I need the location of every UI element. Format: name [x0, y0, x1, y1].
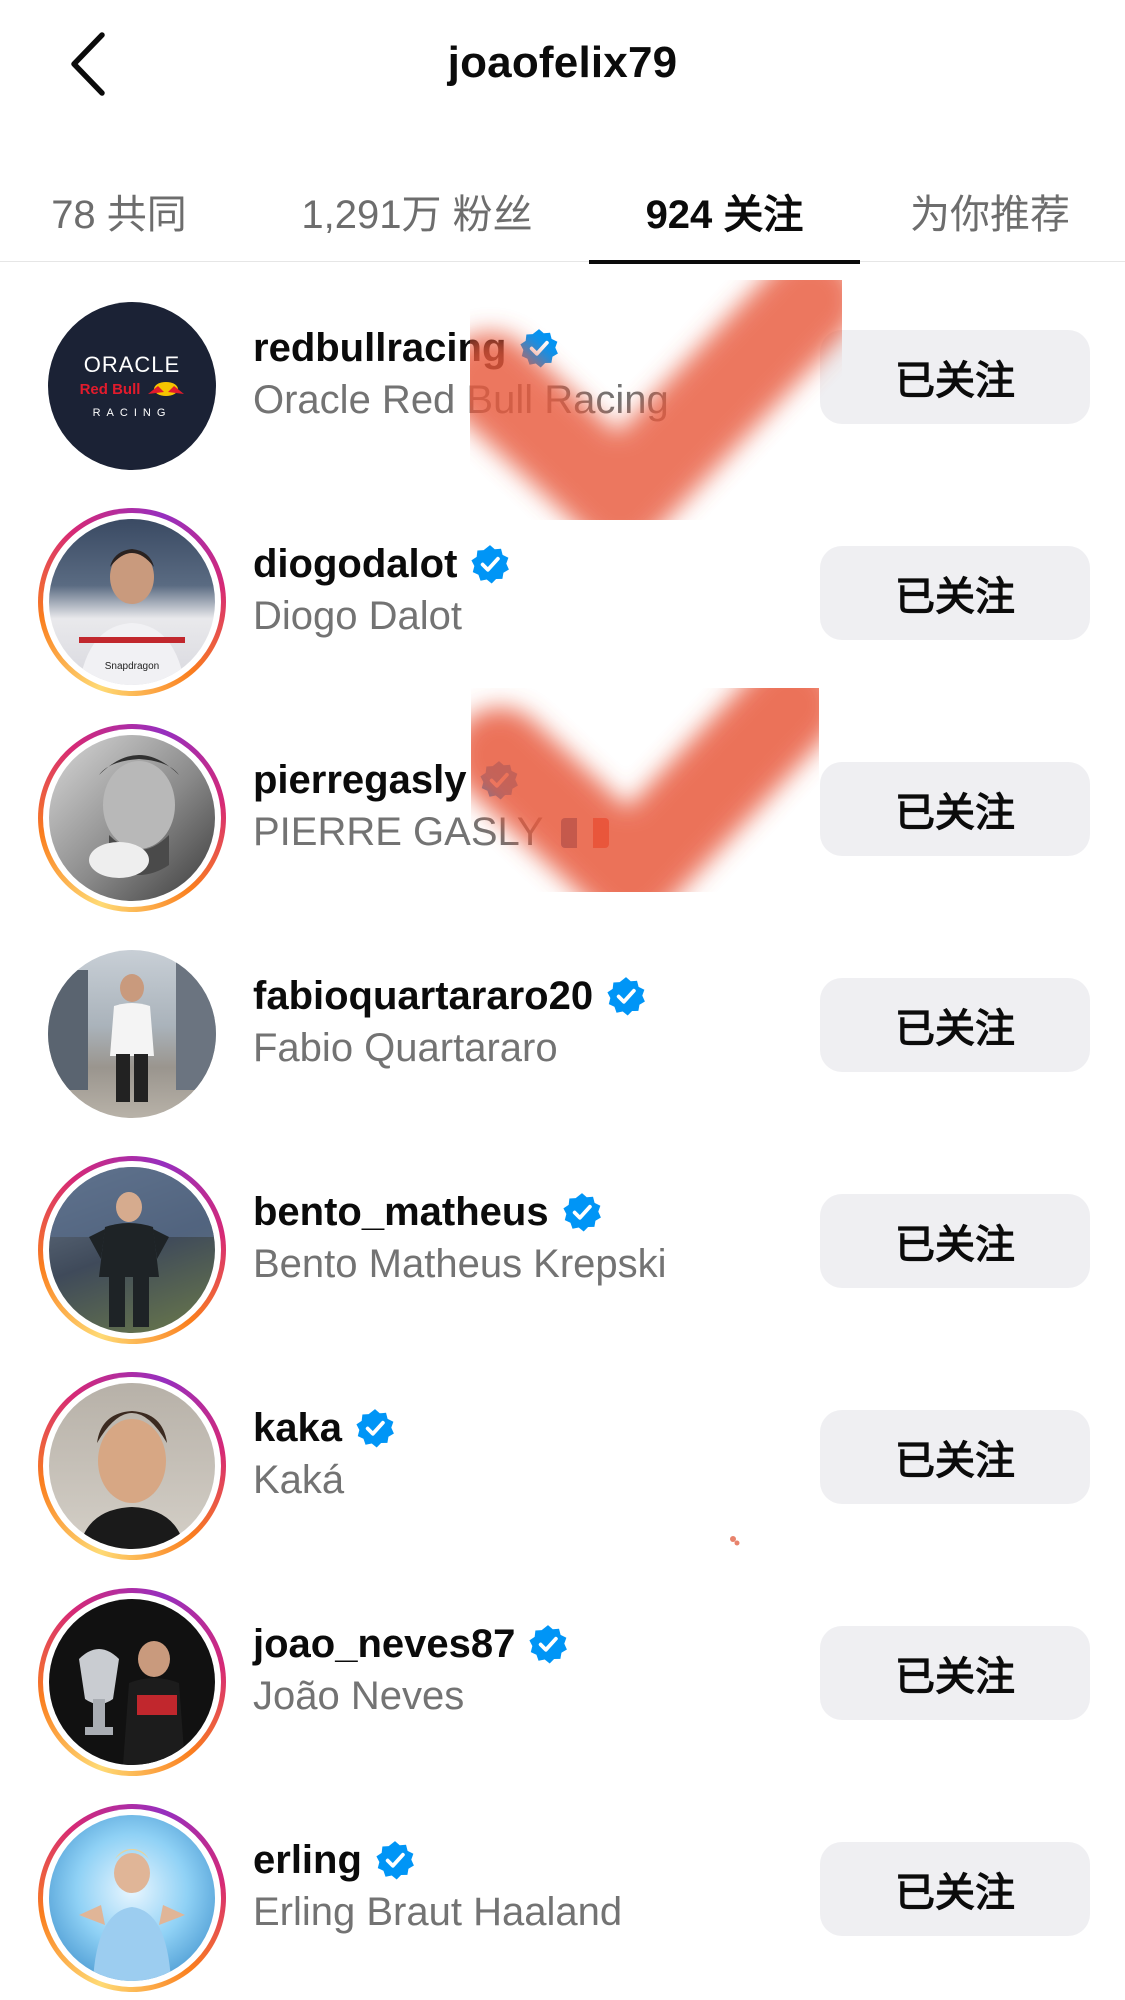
full-name: João Neves: [253, 1674, 465, 1718]
page-title: joaofelix79: [447, 38, 678, 87]
following-button[interactable]: 已关注: [820, 1194, 1090, 1288]
username[interactable]: diogodalot: [253, 542, 457, 587]
list-item[interactable]: pierregasly PIERRE GASLY 已关注: [0, 724, 1125, 940]
list-item[interactable]: fabioquartararo20 Fabio Quartararo 已关注: [0, 940, 1125, 1156]
verified-badge-icon: [607, 977, 646, 1016]
username[interactable]: erling: [253, 1838, 362, 1883]
list-item[interactable]: bento_matheus Bento Matheus Krepski 已关注: [0, 1156, 1125, 1372]
account-info: pierregasly PIERRE GASLY: [253, 754, 610, 855]
tab-following-label: 924 关注: [645, 193, 804, 237]
verified-badge-icon: [529, 1625, 568, 1664]
username[interactable]: kaka: [253, 1406, 342, 1451]
avatar-oracle-text: ORACLE: [84, 352, 180, 377]
avatar[interactable]: [38, 940, 226, 1128]
full-name: Erling Braut Haaland: [253, 1890, 623, 1934]
verified-badge-icon: [520, 329, 559, 368]
account-info: kaka Kaká: [253, 1402, 396, 1503]
pierregasly-photo: [49, 735, 215, 901]
avatar[interactable]: [38, 1804, 226, 1992]
bento-matheus-photo: [49, 1167, 215, 1333]
full-name: Diogo Dalot: [253, 594, 463, 638]
following-button[interactable]: 已关注: [820, 1842, 1090, 1936]
account-info: diogodalot Diogo Dalot: [253, 538, 511, 639]
username[interactable]: joao_neves87: [253, 1622, 515, 1667]
avatar[interactable]: [38, 1156, 226, 1344]
account-info: joao_neves87 João Neves: [253, 1618, 569, 1719]
verified-badge-icon: [356, 1409, 394, 1448]
full-name: PIERRE GASLY: [253, 810, 610, 855]
stray-mark: [730, 1536, 740, 1546]
diogodalot-photo: Snapdragon: [49, 519, 215, 685]
full-name: Bento Matheus Krepski: [253, 1242, 667, 1286]
list-item[interactable]: kaka Kaká 已关注: [0, 1372, 1125, 1588]
following-button[interactable]: 已关注: [820, 546, 1090, 640]
tab-suggested[interactable]: 为你推荐: [890, 160, 1090, 262]
following-button[interactable]: 已关注: [820, 1626, 1090, 1720]
avatar[interactable]: [38, 1588, 226, 1776]
following-button[interactable]: 已关注: [820, 762, 1090, 856]
erling-photo: [49, 1815, 215, 1981]
username[interactable]: bento_matheus: [253, 1190, 549, 1235]
avatar[interactable]: [38, 1372, 226, 1560]
avatar[interactable]: ORACLE Red Bull RACING: [38, 292, 226, 480]
list-item[interactable]: joao_neves87 João Neves 已关注: [0, 1588, 1125, 1804]
list-item[interactable]: erling Erling Braut Haaland 已关注: [0, 1804, 1125, 2000]
verified-badge-icon: [471, 545, 510, 584]
avatar[interactable]: [38, 724, 226, 912]
following-button[interactable]: 已关注: [820, 330, 1090, 424]
fabioquartararo-photo: [48, 950, 216, 1118]
account-info: redbullracing Oracle Red Bull Racing: [253, 322, 669, 423]
account-info: erling Erling Braut Haaland: [253, 1834, 622, 1935]
redbull-logo-avatar: ORACLE Red Bull RACING: [48, 302, 216, 470]
avatar-sponsor-text: Snapdragon: [105, 661, 160, 672]
avatar-redbull-text: Red Bull: [80, 381, 141, 398]
avatar-racing-text: RACING: [93, 407, 172, 419]
full-name-text: PIERRE GASLY: [253, 810, 544, 854]
full-name: Fabio Quartararo: [253, 1026, 558, 1070]
tab-following[interactable]: 924 关注: [589, 160, 860, 264]
verified-badge-icon: [563, 1193, 601, 1232]
france-flag-icon: [561, 817, 610, 848]
username[interactable]: redbullracing: [253, 326, 506, 371]
username[interactable]: pierregasly: [253, 758, 466, 803]
active-tab-indicator: [589, 260, 860, 264]
joao-neves-photo: [49, 1599, 215, 1765]
username[interactable]: fabioquartararo20: [253, 974, 593, 1019]
tab-followers[interactable]: 1,291万 粉丝: [262, 160, 572, 262]
verified-badge-icon: [376, 1841, 414, 1880]
avatar[interactable]: Snapdragon: [38, 508, 226, 696]
following-button[interactable]: 已关注: [820, 978, 1090, 1072]
account-info: bento_matheus Bento Matheus Krepski: [253, 1186, 667, 1287]
list-item[interactable]: Snapdragon diogodalot Diogo Dalot 已关注: [0, 508, 1125, 724]
tab-mutual[interactable]: 78 共同: [24, 160, 214, 262]
account-info: fabioquartararo20 Fabio Quartararo: [253, 970, 647, 1071]
list-item[interactable]: ORACLE Red Bull RACING redbullracing Ora…: [0, 292, 1125, 508]
following-list: ORACLE Red Bull RACING redbullracing Ora…: [0, 292, 1125, 2000]
full-name: Kaká: [253, 1458, 345, 1502]
tab-bar: 78 共同 1,291万 粉丝 924 关注 为你推荐: [0, 160, 1125, 264]
header: joaofelix79: [0, 0, 1125, 130]
following-button[interactable]: 已关注: [820, 1410, 1090, 1504]
kaka-photo: [49, 1383, 215, 1549]
verified-badge-icon: [480, 761, 519, 800]
full-name: Oracle Red Bull Racing: [253, 378, 669, 422]
